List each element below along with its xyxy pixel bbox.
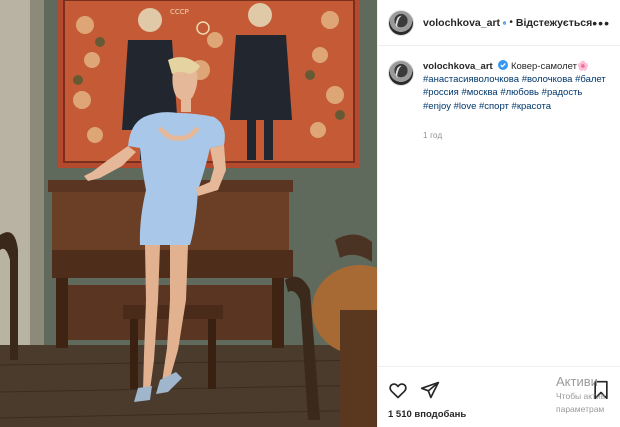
caption-text: volochkova_art Ковер-самолет🌸 #анастасия… — [423, 60, 610, 113]
hashtag-link[interactable]: #enjoy — [423, 101, 451, 112]
send-icon[interactable] — [420, 380, 440, 400]
hashtag-link[interactable]: #love — [454, 101, 477, 112]
post-timestamp[interactable]: 1 год — [423, 129, 610, 142]
hashtag-link[interactable]: #спорт — [479, 101, 509, 112]
caption-body: volochkova_art Ковер-самолет🌸 #анастасия… — [423, 60, 610, 142]
heart-icon[interactable] — [388, 380, 408, 400]
caption-avatar[interactable] — [388, 60, 414, 86]
hashtag-link[interactable]: #москва — [461, 87, 497, 98]
hashtag-link[interactable]: #любовь — [500, 87, 539, 98]
hashtag-link[interactable]: #балет — [575, 74, 606, 85]
avatar[interactable] — [388, 9, 414, 36]
caption-title: Ковер-самолет🌸 — [510, 61, 589, 72]
more-options-icon[interactable]: ••• — [592, 16, 610, 30]
bookmark-icon[interactable] — [591, 380, 611, 400]
follow-status-button[interactable]: Відстежується — [516, 17, 592, 29]
username-link[interactable]: volochkova_art — [423, 17, 500, 29]
hashtag-link[interactable]: #волочкова — [522, 74, 573, 85]
likes-count[interactable]: 1 510 вподобань — [388, 409, 611, 420]
hashtag-link[interactable]: #красота — [512, 101, 551, 112]
svg-text:СССР: СССР — [170, 8, 189, 16]
hashtag-link[interactable]: #россия — [423, 87, 459, 98]
caption-username[interactable]: volochkova_art — [423, 61, 493, 72]
separator-dot: • — [509, 17, 513, 28]
action-icons — [388, 379, 611, 401]
verified-badge-icon — [503, 20, 507, 25]
post-image: СССР — [0, 0, 377, 427]
post-caption: volochkova_art Ковер-самолет🌸 #анастасия… — [378, 46, 620, 142]
post-header: volochkova_art • Відстежується ••• — [378, 0, 620, 46]
post-sidebar: volochkova_art • Відстежується ••• voloc… — [377, 0, 620, 427]
post-actions: 1 510 вподобань ........ — [378, 366, 620, 427]
verified-badge-icon — [498, 60, 509, 70]
post-photo[interactable]: СССР — [0, 0, 377, 427]
hashtag-link[interactable]: #анастасияволочкова — [423, 74, 519, 85]
hashtag-link[interactable]: #радость — [542, 87, 583, 98]
